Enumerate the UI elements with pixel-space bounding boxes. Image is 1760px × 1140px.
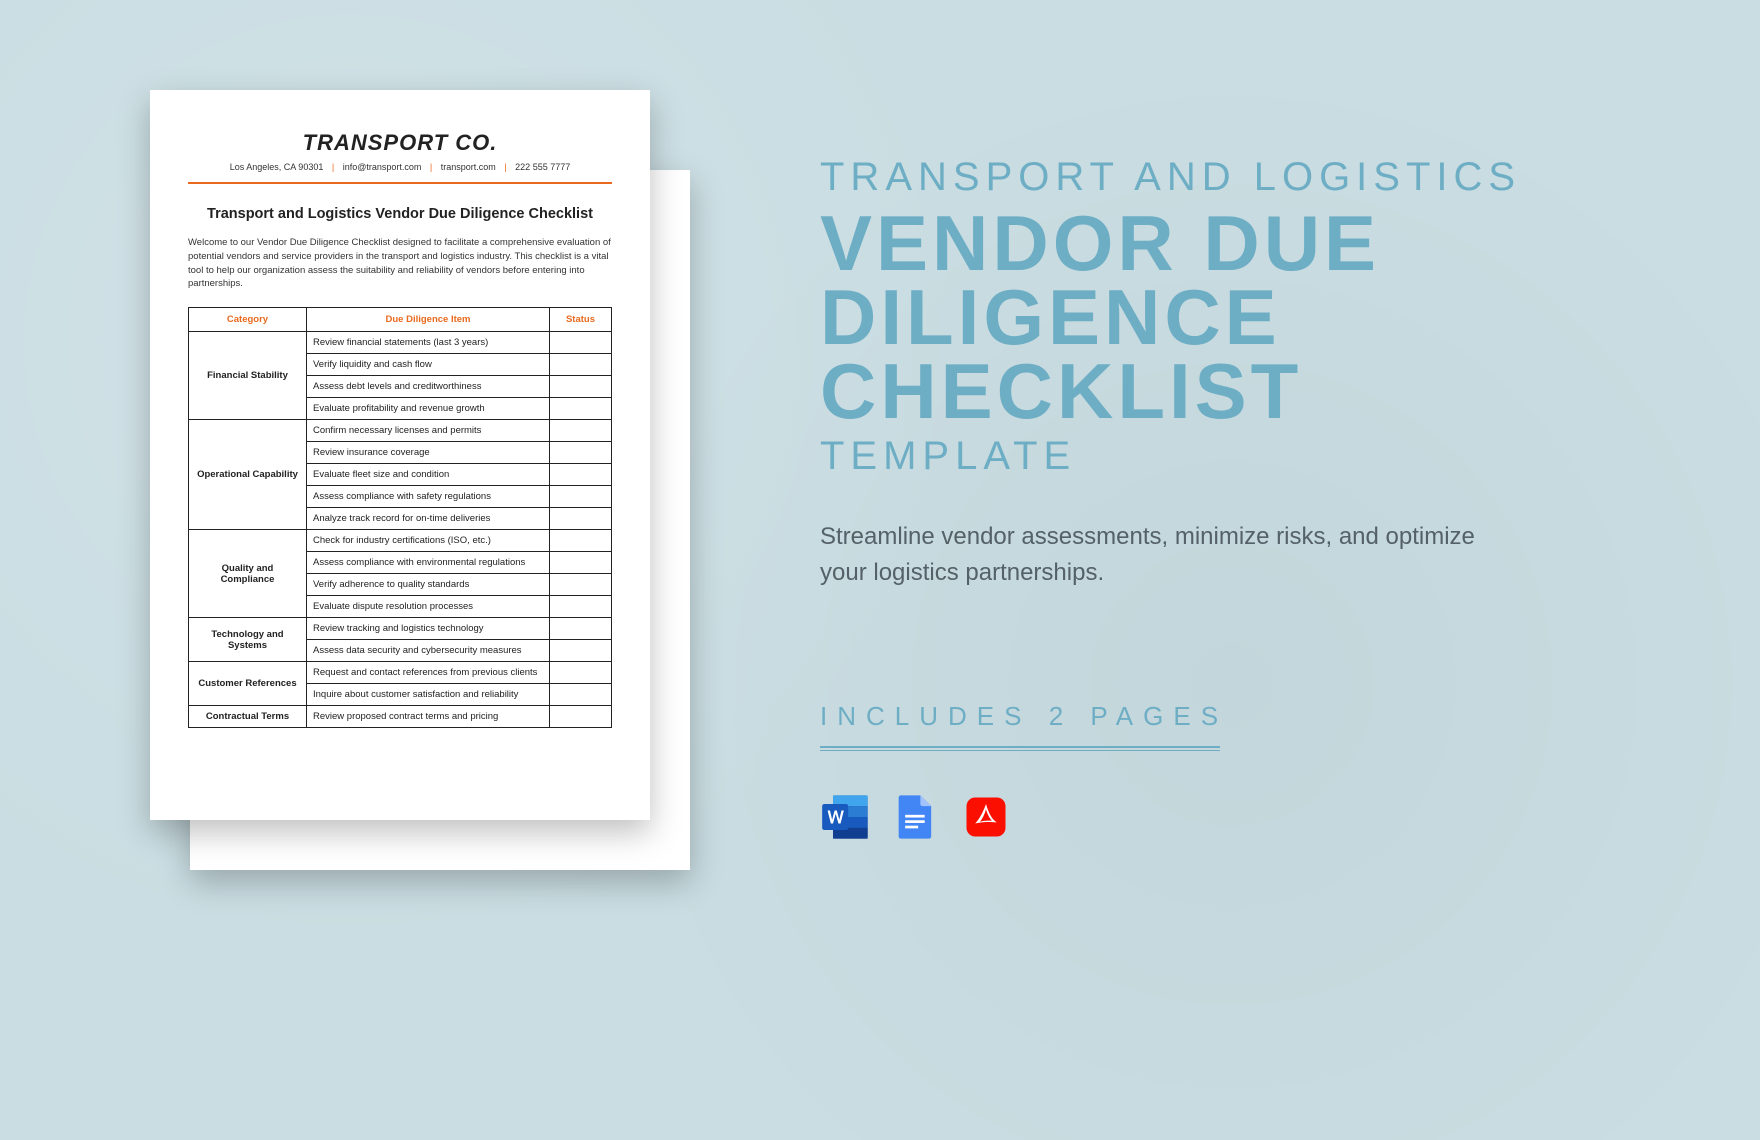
includes-label: INCLUDES 2 PAGES [820, 701, 1600, 732]
promo-panel: TRANSPORT AND LOGISTICS VENDOR DUE DILIG… [820, 155, 1600, 843]
page-front: TRANSPORT CO. Los Angeles, CA 90301 | in… [150, 90, 650, 820]
status-cell [550, 640, 612, 662]
includes-divider [820, 746, 1220, 751]
document-title: Transport and Logistics Vendor Due Dilig… [188, 206, 612, 222]
status-cell [550, 332, 612, 354]
status-cell [550, 354, 612, 376]
item-cell: Review proposed contract terms and prici… [307, 706, 550, 728]
item-cell: Verify adherence to quality standards [307, 574, 550, 596]
status-cell [550, 442, 612, 464]
separator: | [504, 162, 506, 172]
item-cell: Check for industry certifications (ISO, … [307, 530, 550, 552]
status-cell [550, 530, 612, 552]
table-row: Operational CapabilityConfirm necessary … [189, 420, 612, 442]
status-cell [550, 596, 612, 618]
item-cell: Inquire about customer satisfaction and … [307, 684, 550, 706]
status-cell [550, 398, 612, 420]
item-cell: Confirm necessary licenses and permits [307, 420, 550, 442]
promo-description: Streamline vendor assessments, minimize … [820, 519, 1520, 591]
item-cell: Review financial statements (last 3 year… [307, 332, 550, 354]
table-row: Quality and ComplianceCheck for industry… [189, 530, 612, 552]
status-cell [550, 420, 612, 442]
item-cell: Evaluate fleet size and condition [307, 464, 550, 486]
word-icon [820, 791, 872, 843]
category-cell: Financial Stability [189, 332, 307, 420]
document-intro: Welcome to our Vendor Due Diligence Chec… [188, 236, 612, 291]
item-cell: Review tracking and logistics technology [307, 618, 550, 640]
table-row: Contractual TermsReview proposed contrac… [189, 706, 612, 728]
status-cell [550, 486, 612, 508]
item-cell: Assess debt levels and creditworthiness [307, 376, 550, 398]
item-cell: Assess compliance with environmental reg… [307, 552, 550, 574]
status-cell [550, 464, 612, 486]
status-cell [550, 574, 612, 596]
status-cell [550, 376, 612, 398]
category-cell: Quality and Compliance [189, 530, 307, 618]
promo-headline: VENDOR DUE DILIGENCE CHECKLIST [820, 206, 1600, 428]
google-docs-icon [890, 791, 942, 843]
format-icons [820, 791, 1600, 843]
item-cell: Evaluate dispute resolution processes [307, 596, 550, 618]
table-header-row: Category Due Diligence Item Status [189, 308, 612, 332]
col-status: Status [550, 308, 612, 332]
status-cell [550, 618, 612, 640]
table-row: Technology and SystemsReview tracking an… [189, 618, 612, 640]
contact-address: Los Angeles, CA 90301 [230, 162, 324, 172]
contact-site: transport.com [441, 162, 496, 172]
status-cell [550, 706, 612, 728]
category-cell: Contractual Terms [189, 706, 307, 728]
status-cell [550, 662, 612, 684]
col-category: Category [189, 308, 307, 332]
separator: | [332, 162, 334, 172]
category-cell: Technology and Systems [189, 618, 307, 662]
item-cell: Review insurance coverage [307, 442, 550, 464]
promo-subhead: TEMPLATE [820, 434, 1600, 479]
category-cell: Operational Capability [189, 420, 307, 530]
item-cell: Assess compliance with safety regulation… [307, 486, 550, 508]
table-row: Financial StabilityReview financial stat… [189, 332, 612, 354]
col-item: Due Diligence Item [307, 308, 550, 332]
item-cell: Request and contact references from prev… [307, 662, 550, 684]
divider [188, 182, 612, 184]
promo-eyebrow: TRANSPORT AND LOGISTICS [820, 155, 1600, 200]
checklist-table: Category Due Diligence Item Status Finan… [188, 307, 612, 728]
item-cell: Analyze track record for on-time deliver… [307, 508, 550, 530]
item-cell: Evaluate profitability and revenue growt… [307, 398, 550, 420]
status-cell [550, 684, 612, 706]
category-cell: Customer References [189, 662, 307, 706]
pdf-icon [960, 791, 1012, 843]
contact-email: info@transport.com [343, 162, 422, 172]
company-name: TRANSPORT CO. [188, 130, 612, 156]
status-cell [550, 508, 612, 530]
document-preview: TRANSPORT CO. Los Angeles, CA 90301 | in… [150, 90, 670, 850]
item-cell: Assess data security and cybersecurity m… [307, 640, 550, 662]
contact-row: Los Angeles, CA 90301 | info@transport.c… [188, 162, 612, 180]
item-cell: Verify liquidity and cash flow [307, 354, 550, 376]
contact-phone: 222 555 7777 [515, 162, 570, 172]
status-cell [550, 552, 612, 574]
separator: | [430, 162, 432, 172]
table-row: Customer ReferencesRequest and contact r… [189, 662, 612, 684]
